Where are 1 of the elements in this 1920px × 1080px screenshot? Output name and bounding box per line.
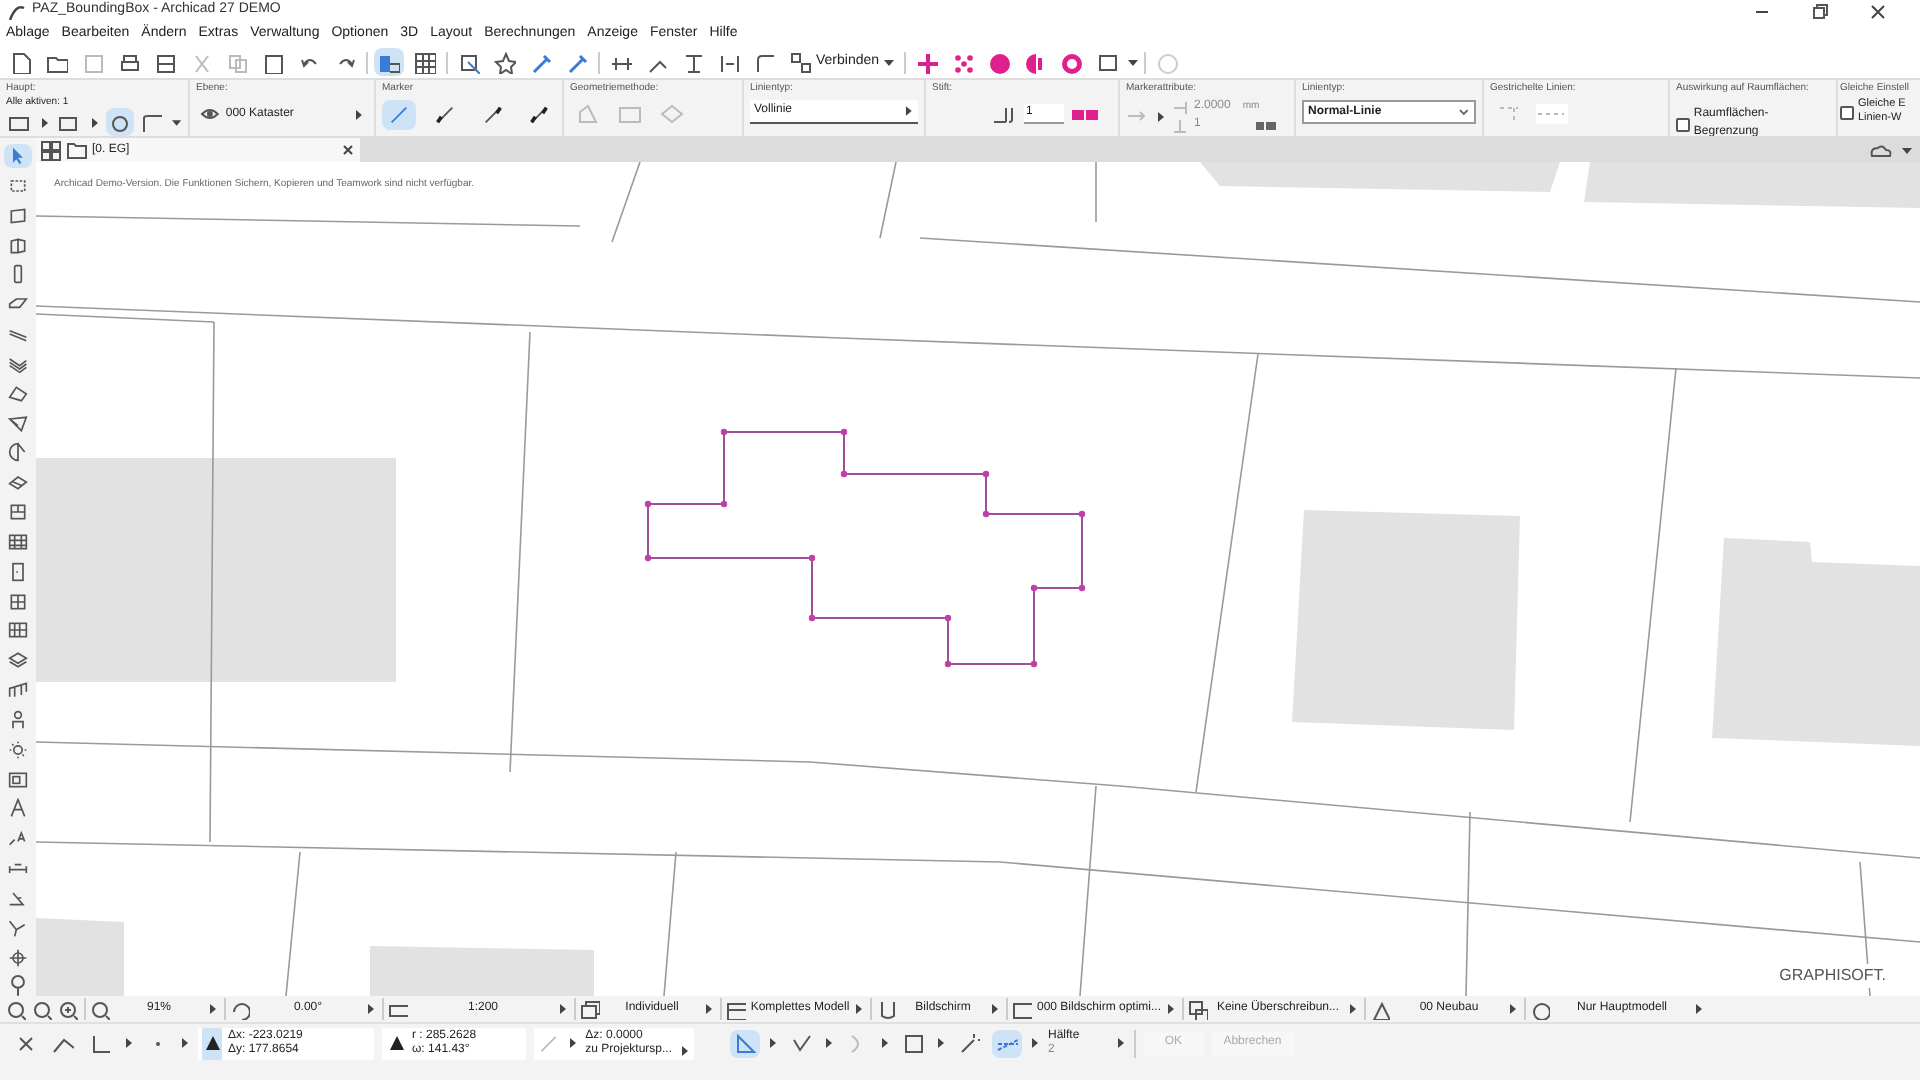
brand-label: GRAPHISOFT. (1777, 964, 1888, 988)
